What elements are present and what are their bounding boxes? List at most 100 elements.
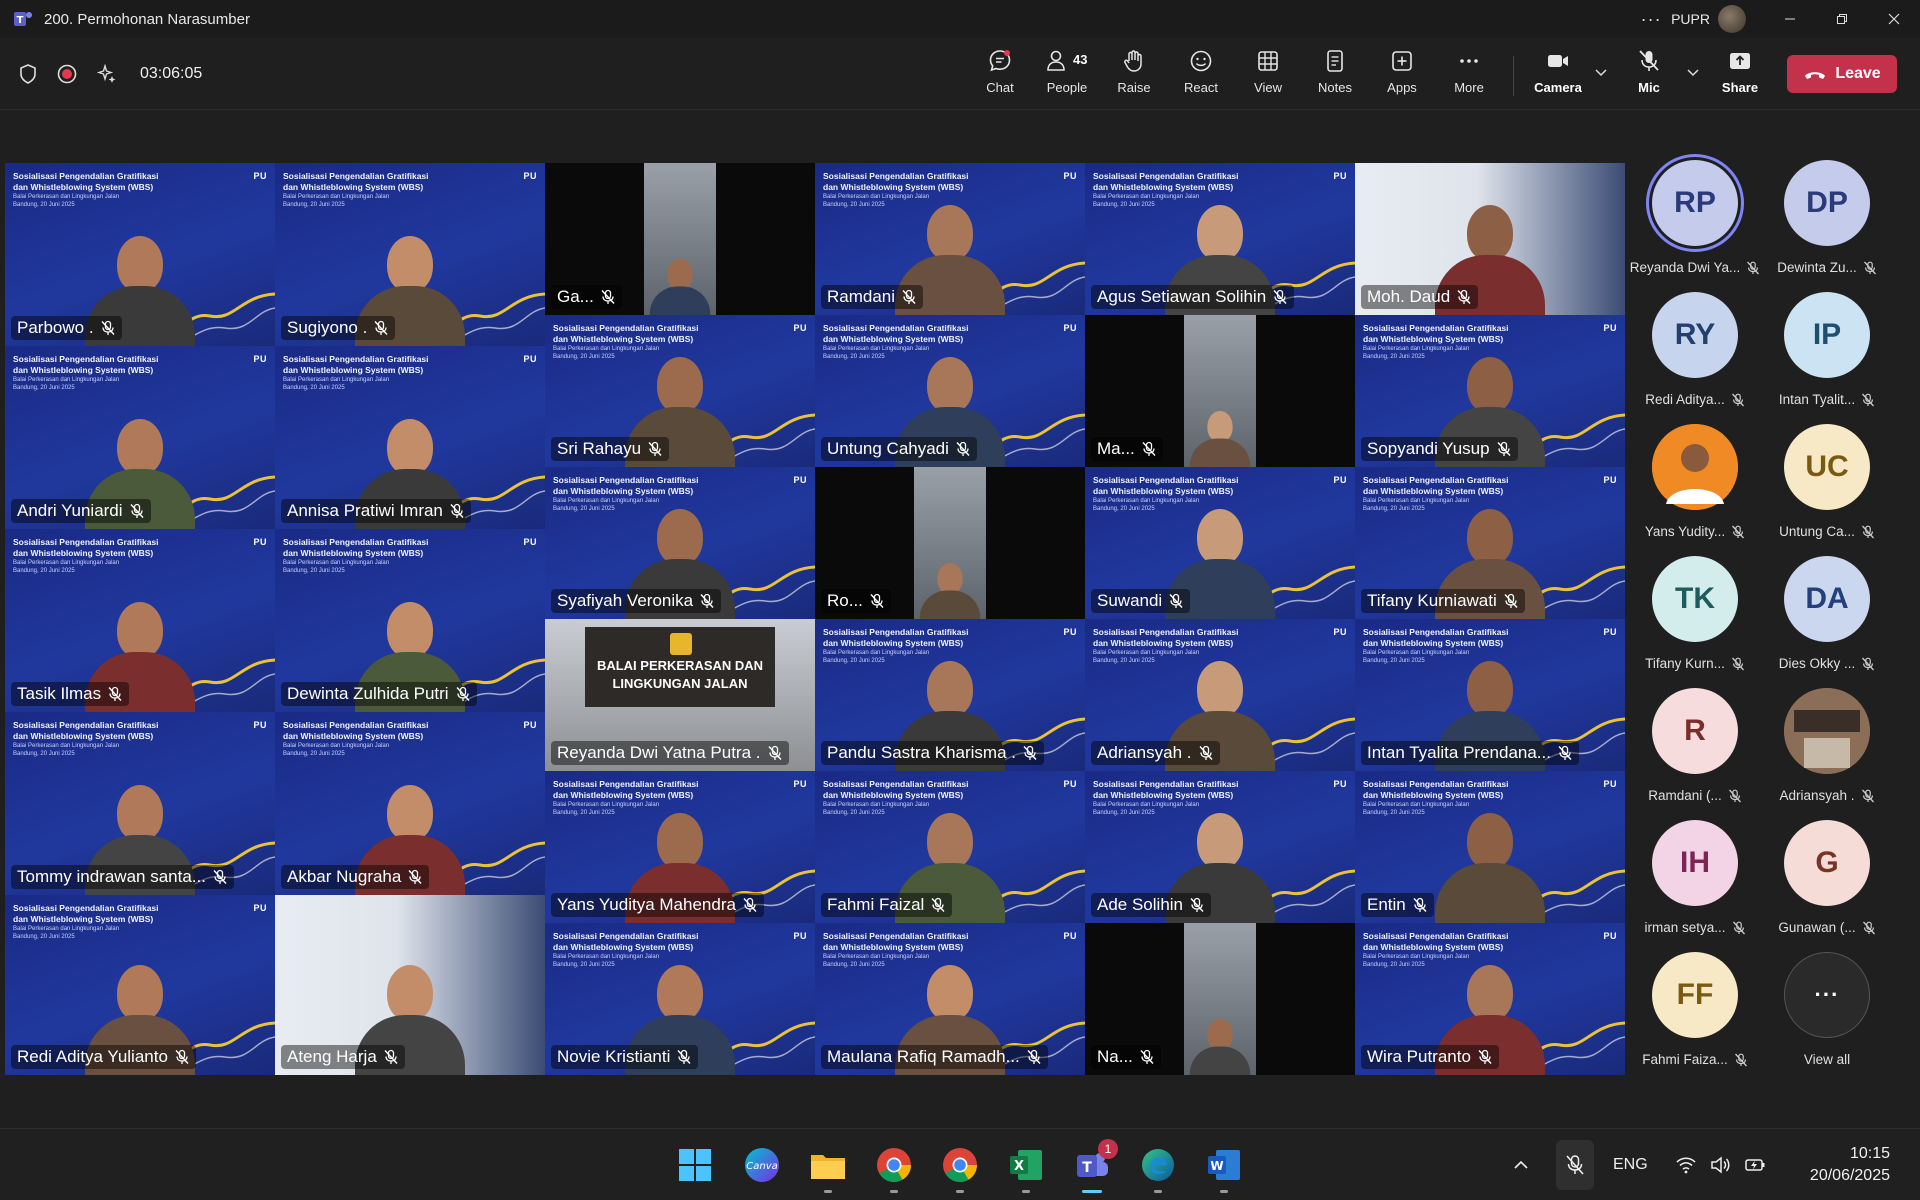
start-button[interactable] — [673, 1143, 717, 1187]
video-tile[interactable]: Na... — [1085, 923, 1355, 1075]
roster-participant[interactable]: G Gunawan (... — [1762, 820, 1892, 948]
video-tile[interactable]: Sosialisasi Pengendalian Gratifikasidan … — [5, 346, 275, 529]
meeting-timer: 03:06:05 — [140, 65, 203, 82]
roster-participant[interactable]: Adriansyah . — [1762, 688, 1892, 816]
roster-participant[interactable]: Yans Yudity... — [1630, 424, 1760, 552]
video-tile[interactable]: Ateng Harja — [275, 895, 545, 1075]
roster-participant[interactable]: TK Tifany Kurn... — [1630, 556, 1760, 684]
video-tile[interactable]: Sosialisasi Pengendalian Gratifikasidan … — [5, 163, 275, 346]
video-tile[interactable]: Sosialisasi Pengendalian Gratifikasidan … — [5, 529, 275, 712]
people-button[interactable]: 43 People — [1035, 48, 1099, 104]
share-button[interactable]: Share — [1708, 48, 1772, 104]
notes-button[interactable]: Notes — [1303, 48, 1367, 104]
video-tile[interactable]: Sosialisasi Pengendalian Gratifikasidan … — [815, 771, 1085, 923]
clock[interactable]: 10:15 20/06/2025 — [1810, 1143, 1890, 1187]
event-banner: Sosialisasi Pengendalian Gratifikasidan … — [1363, 931, 1509, 968]
video-tile[interactable]: Sosialisasi Pengendalian Gratifikasidan … — [1355, 923, 1625, 1075]
clock-date: 20/06/2025 — [1809, 1167, 1890, 1184]
roster-participant[interactable]: DA Dies Okky ... — [1762, 556, 1892, 684]
restore-icon[interactable] — [1816, 0, 1868, 38]
video-tile[interactable]: Sosialisasi Pengendalian Gratifikasidan … — [815, 163, 1085, 315]
video-tile[interactable]: Sosialisasi Pengendalian Gratifikasidan … — [275, 346, 545, 529]
roster-participant[interactable]: RP Reyanda Dwi Ya... — [1630, 160, 1760, 288]
react-button[interactable]: React — [1169, 48, 1233, 104]
video-tile[interactable]: Sosialisasi Pengendalian Gratifikasidan … — [815, 923, 1085, 1075]
recording-icon[interactable] — [56, 63, 78, 85]
video-tile[interactable]: Sosialisasi Pengendalian Gratifikasidan … — [815, 619, 1085, 771]
chat-button[interactable]: Chat — [968, 48, 1032, 104]
pu-logo: PU — [793, 931, 807, 941]
minimize-icon[interactable] — [1764, 0, 1816, 38]
video-tile[interactable]: Sosialisasi Pengendalian Gratifikasidan … — [5, 895, 275, 1075]
video-tile[interactable]: Sosialisasi Pengendalian Gratifikasidan … — [5, 712, 275, 895]
roster-participant[interactable]: IP Intan Tyalit... — [1762, 292, 1892, 420]
mic-off-icon — [1198, 745, 1213, 760]
leave-button[interactable]: Leave — [1787, 55, 1897, 93]
video-tile[interactable]: Ma... — [1085, 315, 1355, 467]
close-icon[interactable] — [1868, 0, 1920, 38]
sparkle-icon[interactable] — [96, 63, 118, 85]
raise-hand-button[interactable]: Raise — [1102, 48, 1166, 104]
avatar: RP — [1652, 160, 1738, 246]
mic-off-icon — [677, 1049, 691, 1064]
video-tile[interactable]: Sosialisasi Pengendalian Gratifikasidan … — [545, 315, 815, 467]
video-tile[interactable]: Sosialisasi Pengendalian Gratifikasidan … — [275, 163, 545, 346]
video-tile[interactable]: Ro... — [815, 467, 1085, 619]
apps-button[interactable]: Apps — [1370, 48, 1434, 104]
mic-button[interactable]: Mic — [1617, 48, 1681, 104]
roster-participant[interactable]: FF Fahmi Faiza... — [1630, 952, 1760, 1080]
video-tile[interactable]: Sosialisasi Pengendalian Gratifikasidan … — [1355, 771, 1625, 923]
video-tile[interactable]: Sosialisasi Pengendalian Gratifikasidan … — [1085, 619, 1355, 771]
camera-options-chevron-icon[interactable] — [1593, 64, 1609, 80]
user-avatar[interactable] — [1718, 5, 1746, 33]
show-hidden-icons[interactable] — [1512, 1129, 1530, 1200]
video-tile[interactable]: Sosialisasi Pengendalian Gratifikasidan … — [545, 467, 815, 619]
video-tile[interactable]: Sosialisasi Pengendalian Gratifikasidan … — [1355, 315, 1625, 467]
video-tile[interactable]: Sosialisasi Pengendalian Gratifikasidan … — [545, 619, 815, 771]
view-all-button[interactable]: ··· View all — [1762, 952, 1892, 1080]
video-tile[interactable]: Sosialisasi Pengendalian Gratifikasidan … — [1355, 467, 1625, 619]
taskbar-teams[interactable]: T 1 — [1070, 1139, 1118, 1193]
video-tile[interactable]: Sosialisasi Pengendalian Gratifikasidan … — [1085, 163, 1355, 315]
video-tile[interactable]: Sosialisasi Pengendalian Gratifikasidan … — [275, 712, 545, 895]
taskbar-word[interactable]: W — [1202, 1143, 1246, 1193]
taskbar-canva[interactable]: Canva — [740, 1143, 784, 1187]
running-indicator — [1154, 1190, 1162, 1193]
taskbar-file-explorer[interactable] — [806, 1143, 850, 1193]
more-options-icon[interactable]: ··· — [1631, 9, 1671, 30]
video-tile[interactable]: Sosialisasi Pengendalian Gratifikasidan … — [815, 315, 1085, 467]
camera-button[interactable]: Camera — [1526, 48, 1590, 104]
participant-name-tag: Tommy indrawan santa... — [11, 865, 234, 889]
pu-logo: PU — [1063, 931, 1077, 941]
shield-icon[interactable] — [18, 63, 38, 85]
roster-participant[interactable]: IH irman setya... — [1630, 820, 1760, 948]
video-tile[interactable]: Sosialisasi Pengendalian Gratifikasidan … — [1085, 771, 1355, 923]
mic-off-icon — [1273, 289, 1287, 304]
taskbar-chrome-2[interactable] — [938, 1143, 982, 1193]
taskbar-edge[interactable] — [1136, 1143, 1180, 1193]
video-tile[interactable]: Moh. Daud — [1355, 163, 1625, 315]
roster-participant[interactable]: RY Redi Aditya... — [1630, 292, 1760, 420]
more-button[interactable]: More — [1437, 48, 1501, 104]
pu-logo: PU — [1603, 475, 1617, 485]
mic-tray-button[interactable] — [1556, 1140, 1594, 1190]
participant-name-tag: Adriansyah . — [1091, 741, 1220, 765]
org-name[interactable]: PUPR — [1671, 11, 1710, 27]
view-button[interactable]: View — [1236, 48, 1300, 104]
video-tile[interactable]: Sosialisasi Pengendalian Gratifikasidan … — [545, 771, 815, 923]
taskbar-chrome[interactable] — [872, 1143, 916, 1193]
quick-settings[interactable] — [1676, 1129, 1766, 1200]
roster-participant[interactable]: UC Untung Ca... — [1762, 424, 1892, 552]
input-language[interactable]: ENG — [1613, 1129, 1648, 1200]
mic-off-icon — [1169, 593, 1183, 608]
video-tile[interactable]: Ga... — [545, 163, 815, 315]
mic-options-chevron-icon[interactable] — [1685, 64, 1701, 80]
video-tile[interactable]: Sosialisasi Pengendalian Gratifikasidan … — [275, 529, 545, 712]
roster-participant[interactable]: DP Dewinta Zu... — [1762, 160, 1892, 288]
event-banner: Sosialisasi Pengendalian Gratifikasidan … — [1363, 475, 1509, 512]
roster-participant[interactable]: R Ramdani (... — [1630, 688, 1760, 816]
video-tile[interactable]: Sosialisasi Pengendalian Gratifikasidan … — [1355, 619, 1625, 771]
taskbar-excel[interactable]: X — [1004, 1143, 1048, 1193]
video-tile[interactable]: Sosialisasi Pengendalian Gratifikasidan … — [1085, 467, 1355, 619]
video-tile[interactable]: Sosialisasi Pengendalian Gratifikasidan … — [545, 923, 815, 1075]
